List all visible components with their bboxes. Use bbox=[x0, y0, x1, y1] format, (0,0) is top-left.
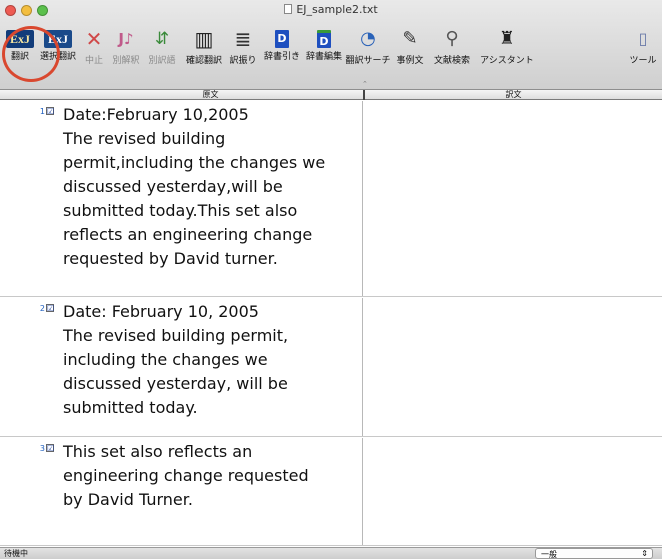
document-icon bbox=[284, 4, 293, 14]
highlight-circle-annotation bbox=[2, 26, 60, 82]
segment-checkbox[interactable]: ☑ bbox=[46, 304, 54, 313]
source-line: Date: February 10, 2005 bbox=[63, 302, 259, 321]
example-sentences-label: 事例文 bbox=[396, 56, 424, 66]
source-line: submitted today. bbox=[63, 398, 198, 417]
mode-select-value: 一般 bbox=[541, 550, 557, 559]
check-translation-button[interactable]: ▥ 確認翻訳 bbox=[182, 22, 226, 74]
source-line: permit,including the changes we bbox=[63, 153, 326, 172]
window-chrome: EJ_sample2.txt ExJ 翻訳 ExJ 選択翻訳 ✕ 中止 J♪ 別… bbox=[0, 0, 662, 90]
columns-icon: ▥ bbox=[194, 27, 214, 51]
segment-checkbox[interactable]: ☑ bbox=[46, 444, 54, 453]
segment-row: 1 ☑ Date:February 10,2005 The revised bui… bbox=[0, 101, 662, 297]
magnifier-icon: ⚲ bbox=[445, 28, 459, 49]
source-line: This set also reflects an bbox=[63, 442, 253, 461]
status-bar: 待機中 一般 ⇕ bbox=[0, 547, 662, 559]
target-cell[interactable] bbox=[363, 438, 662, 545]
alt-interpretation-icon: J♪ bbox=[118, 30, 134, 48]
dictionary-edit-icon: D bbox=[317, 30, 331, 48]
source-column-header[interactable]: 原文 bbox=[58, 90, 363, 100]
source-line: by David Turner. bbox=[63, 490, 193, 509]
source-cell[interactable]: Date: February 10, 2005 The revised buil… bbox=[58, 298, 363, 436]
source-line: submitted today.This set also bbox=[63, 201, 298, 220]
lines-icon: ≣ bbox=[234, 27, 252, 51]
assistant-label: アシスタント bbox=[480, 56, 534, 66]
alt-term-label: 別訳語 bbox=[148, 56, 176, 66]
source-cell[interactable]: Date:February 10,2005 The revised buildi… bbox=[58, 101, 363, 296]
source-line: reflects an engineering change bbox=[63, 225, 313, 244]
segment-row: 2 ☑ Date: February 10, 2005 The revised b… bbox=[0, 298, 662, 437]
select-arrows-icon: ⇕ bbox=[641, 549, 648, 558]
splitter-handle-icon[interactable]: ⌃ bbox=[362, 80, 368, 88]
literature-search-button[interactable]: ⚲ 文献検索 bbox=[430, 22, 474, 74]
dictionary-lookup-button[interactable]: D 辞書引き bbox=[262, 22, 302, 74]
dictionary-lookup-label: 辞書引き bbox=[263, 52, 300, 62]
segment-row: 3 ☑ This set also reflects an engineering… bbox=[0, 438, 662, 546]
segment-number-text: 2 bbox=[39, 304, 45, 313]
source-line: discussed yesterday,will be bbox=[63, 177, 283, 196]
source-line: discussed yesterday, will be bbox=[63, 374, 288, 393]
segment-number: 1 ☑ bbox=[0, 107, 58, 116]
source-cell[interactable]: This set also reflects an engineering ch… bbox=[58, 438, 363, 545]
source-line: including the changes we bbox=[63, 350, 268, 369]
segment-number: 3 ☑ bbox=[0, 444, 58, 453]
source-line: engineering change requested bbox=[63, 466, 309, 485]
alt-interpretation-button[interactable]: J♪ 別解釈 bbox=[108, 22, 144, 74]
column-header: 原文 訳文 bbox=[0, 90, 662, 100]
example-book-icon: ✎ bbox=[402, 28, 418, 49]
segment-checkbox[interactable]: ☑ bbox=[46, 107, 54, 116]
segment-number-text: 1 bbox=[39, 107, 45, 116]
assistant-icon: ♜ bbox=[498, 28, 516, 49]
tool-label: ツール bbox=[629, 56, 657, 66]
translation-grid: 1 ☑ Date:February 10,2005 The revised bui… bbox=[0, 101, 662, 547]
segment-number-text: 3 bbox=[39, 444, 45, 453]
translation-search-label: 翻訳サーチ bbox=[345, 56, 391, 66]
stop-button[interactable]: ✕ 中止 bbox=[80, 22, 108, 74]
interlinear-button[interactable]: ≣ 訳振り bbox=[226, 22, 260, 74]
dictionary-edit-label: 辞書編集 bbox=[305, 52, 342, 62]
source-line: Date:February 10,2005 bbox=[63, 105, 249, 124]
window-title-text: EJ_sample2.txt bbox=[296, 3, 378, 16]
assistant-button[interactable]: ♜ アシスタント bbox=[476, 22, 538, 74]
stop-label: 中止 bbox=[84, 56, 103, 66]
status-text: 待機中 bbox=[4, 549, 28, 558]
tool-button[interactable]: ▯ ツール bbox=[624, 22, 662, 74]
target-column-header[interactable]: 訳文 bbox=[363, 90, 662, 100]
translation-search-icon: ◔ bbox=[360, 28, 376, 49]
alt-interpretation-label: 別解釈 bbox=[112, 56, 140, 66]
dictionary-edit-button[interactable]: D 辞書編集 bbox=[304, 22, 344, 74]
check-translation-label: 確認翻訳 bbox=[185, 56, 222, 66]
source-line: requested by David turner. bbox=[63, 249, 278, 268]
source-line: The revised building permit, bbox=[63, 326, 289, 345]
target-cell[interactable] bbox=[363, 101, 662, 296]
example-sentences-button[interactable]: ✎ 事例文 bbox=[392, 22, 428, 74]
target-cell[interactable] bbox=[363, 298, 662, 436]
dictionary-icon: D bbox=[275, 30, 289, 48]
toolbar: ExJ 翻訳 ExJ 選択翻訳 ✕ 中止 J♪ 別解釈 ⇵ 別訳語 ▥ 確認翻訳… bbox=[0, 22, 662, 74]
alt-term-button[interactable]: ⇵ 別訳語 bbox=[144, 22, 180, 74]
stop-x-icon: ✕ bbox=[85, 27, 103, 51]
interlinear-label: 訳振り bbox=[229, 56, 257, 66]
window-title: EJ_sample2.txt bbox=[0, 3, 662, 16]
tool-panel-icon: ▯ bbox=[638, 29, 648, 48]
alt-term-icon: ⇵ bbox=[154, 29, 170, 49]
segment-number: 2 ☑ bbox=[0, 304, 58, 313]
literature-search-label: 文献検索 bbox=[433, 56, 470, 66]
translation-search-button[interactable]: ◔ 翻訳サーチ bbox=[344, 22, 392, 74]
mode-select[interactable]: 一般 ⇕ bbox=[535, 548, 653, 559]
source-line: The revised building bbox=[63, 129, 226, 148]
